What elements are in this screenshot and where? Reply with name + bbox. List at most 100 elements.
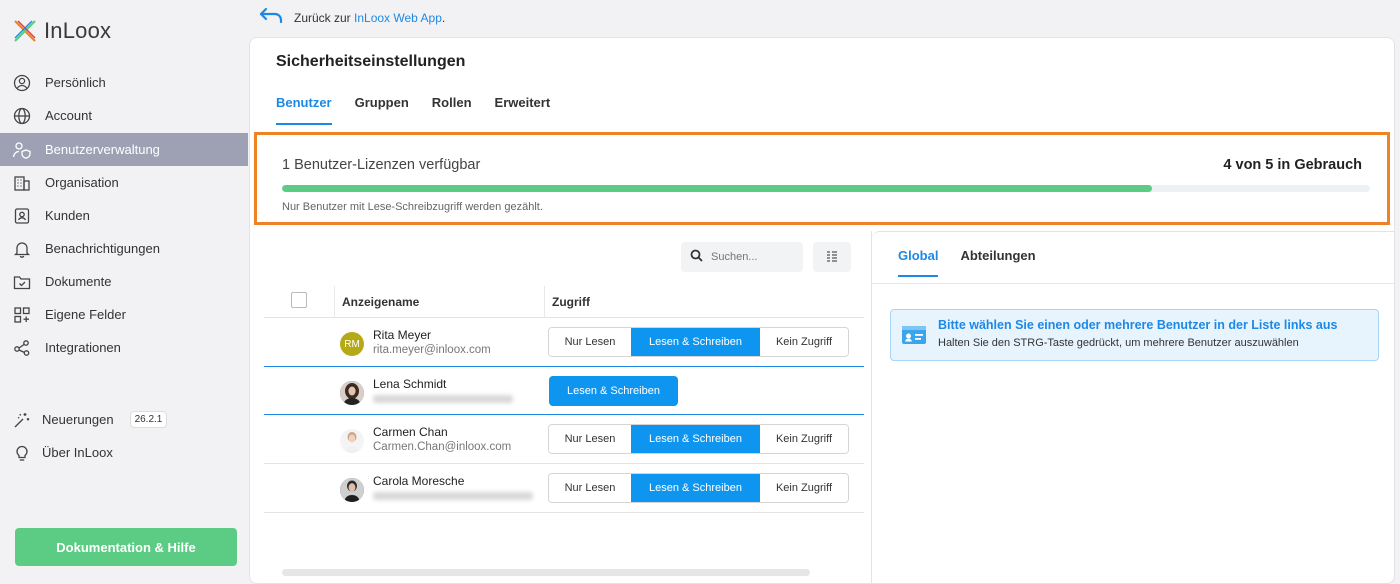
access-option-kein-zugriff[interactable]: Kein Zugriff	[760, 474, 848, 502]
access-option-lesen-schreiben[interactable]: Lesen & Schreiben	[631, 328, 760, 356]
column-header-anzeigename[interactable]: Anzeigename	[342, 295, 419, 309]
select-all-checkbox[interactable]	[291, 292, 307, 308]
access-option-lesen-schreiben[interactable]: Lesen & Schreiben	[631, 425, 760, 453]
column-divider	[334, 286, 335, 318]
user-name: Rita Meyer	[373, 328, 432, 342]
horizontal-scrollbar[interactable]	[282, 569, 810, 576]
inloox-logo[interactable]: InLoox	[12, 18, 111, 44]
sparkle-wand-icon	[12, 410, 32, 430]
avatar: RM	[340, 332, 364, 356]
user-name: Lena Schmidt	[373, 377, 447, 391]
search-input[interactable]	[711, 251, 791, 263]
sidebar-item-label: Account	[45, 108, 92, 123]
permissions-tabs: Global Abteilungen	[898, 248, 1036, 277]
sidebar-item-integrationen[interactable]: Integrationen	[0, 331, 248, 364]
sidebar-item-label: Persönlich	[45, 75, 106, 90]
sidebar-item-benutzerverwaltung[interactable]: Benutzerverwaltung	[0, 133, 248, 166]
folder-check-icon	[12, 272, 32, 292]
grid-add-icon	[12, 305, 32, 325]
id-card-icon	[901, 325, 927, 348]
sidebar: InLoox Persönlich Account Benutzerverwal…	[0, 0, 248, 584]
column-divider	[544, 286, 545, 318]
access-option-nur-lesen[interactable]: Nur Lesen	[549, 474, 631, 502]
license-usage-text: 4 von 5 in Gebrauch	[1223, 157, 1362, 173]
back-link-text[interactable]: InLoox Web App	[354, 11, 442, 25]
access-option-lesen-schreiben[interactable]: Lesen & Schreiben	[631, 474, 760, 502]
building-icon	[12, 173, 32, 193]
avatar	[340, 429, 364, 453]
version-badge: 26.2.1	[129, 411, 168, 428]
info-message: Bitte wählen Sie einen oder mehrere Benu…	[890, 309, 1379, 361]
column-header-zugriff[interactable]: Zugriff	[552, 295, 590, 309]
main-tabs: Benutzer Gruppen Rollen Erweitert	[276, 95, 550, 125]
search-icon	[690, 249, 703, 265]
tab-erweitert[interactable]: Erweitert	[495, 95, 551, 125]
sidebar-item-label: Eigene Felder	[45, 307, 126, 322]
sidebar-item-label: Integrationen	[45, 340, 121, 355]
documentation-help-button[interactable]: Dokumentation & Hilfe	[15, 528, 237, 566]
user-email: Carmen.Chan@inloox.com	[373, 441, 512, 453]
license-progress-fill	[282, 185, 1153, 192]
share-nodes-icon	[12, 338, 32, 358]
arrow-back-icon	[258, 7, 284, 28]
table-row[interactable]: RM Rita Meyer rita.meyer@inloox.com Nur …	[264, 318, 864, 367]
sidebar-item-neuerungen[interactable]: Neuerungen 26.2.1	[0, 403, 248, 436]
access-option-nur-lesen[interactable]: Nur Lesen	[549, 328, 631, 356]
license-panel: 1 Benutzer-Lizenzen verfügbar 4 von 5 in…	[254, 132, 1390, 225]
sidebar-item-label: Kunden	[45, 208, 90, 223]
user-name: Carola Moresche	[373, 474, 465, 488]
sidebar-item-account[interactable]: Account	[0, 99, 248, 132]
person-circle-icon	[12, 73, 32, 93]
access-toggle: Nur Lesen Lesen & Schreiben Kein Zugriff	[548, 424, 849, 454]
security-settings-card: Sicherheitseinstellungen Benutzer Gruppe…	[249, 37, 1395, 584]
info-title: Bitte wählen Sie einen oder mehrere Benu…	[938, 318, 1338, 332]
sidebar-item-eigene-felder[interactable]: Eigene Felder	[0, 298, 248, 331]
access-toggle: Nur Lesen Lesen & Schreiben Kein Zugriff	[548, 327, 849, 357]
inloox-x-icon	[14, 20, 36, 42]
back-suffix: .	[441, 10, 446, 25]
access-toggle: Nur Lesen Lesen & Schreiben Kein Zugriff	[548, 473, 849, 503]
user-email: rita.meyer@inloox.com	[373, 344, 491, 356]
table-row[interactable]: Carola Moresche Nur Lesen Lesen & Schrei…	[264, 464, 864, 513]
redacted-email	[373, 395, 513, 403]
license-available-text: 1 Benutzer-Lizenzen verfügbar	[282, 157, 481, 173]
tab-gruppen[interactable]: Gruppen	[355, 95, 409, 125]
tab-global[interactable]: Global	[898, 248, 939, 277]
sidebar-item-label: Benachrichtigungen	[45, 241, 160, 256]
user-shield-icon	[12, 140, 32, 160]
avatar	[340, 478, 364, 502]
lightbulb-icon	[12, 443, 32, 463]
sidebar-item-label: Benutzerverwaltung	[45, 142, 160, 157]
info-text: Halten Sie den STRG-Taste gedrückt, um m…	[938, 337, 1299, 349]
table-row[interactable]: Carmen Chan Carmen.Chan@inloox.com Nur L…	[264, 415, 864, 464]
access-option-kein-zugriff[interactable]: Kein Zugriff	[760, 328, 848, 356]
license-progress-bar	[282, 185, 1370, 192]
tab-benutzer[interactable]: Benutzer	[276, 95, 332, 125]
logo-text: InLoox	[44, 18, 112, 43]
sidebar-item-ueber-inloox[interactable]: Über InLoox	[0, 436, 248, 469]
bell-icon	[12, 239, 32, 259]
sidebar-item-benachrichtigungen[interactable]: Benachrichtigungen	[0, 232, 248, 265]
access-option-kein-zugriff[interactable]: Kein Zugriff	[760, 425, 848, 453]
contact-card-icon	[12, 206, 32, 226]
page-title: Sicherheitseinstellungen	[276, 53, 466, 70]
back-prefix: Zurück zur	[294, 10, 351, 25]
redacted-email	[373, 492, 533, 500]
sidebar-item-organisation[interactable]: Organisation	[0, 166, 248, 199]
tab-rollen[interactable]: Rollen	[432, 95, 472, 125]
sidebar-item-label: Über InLoox	[42, 445, 113, 460]
search-box[interactable]	[681, 242, 803, 272]
table-row[interactable]: Lena Schmidt Lesen & Schreiben	[264, 366, 864, 415]
globe-icon	[12, 106, 32, 126]
sidebar-item-persoenlich[interactable]: Persönlich	[0, 66, 248, 99]
sidebar-item-dokumente[interactable]: Dokumente	[0, 265, 248, 298]
access-option-nur-lesen[interactable]: Nur Lesen	[549, 425, 631, 453]
column-settings-button[interactable]	[813, 242, 851, 272]
sidebar-item-label: Dokumente	[45, 274, 112, 289]
sidebar-item-kunden[interactable]: Kunden	[0, 199, 248, 232]
back-link[interactable]: Zurück zur InLoox Web App.	[258, 7, 445, 28]
tab-abteilungen[interactable]: Abteilungen	[960, 248, 1035, 277]
sidebar-item-label: Neuerungen	[42, 412, 114, 427]
access-option-lesen-schreiben[interactable]: Lesen & Schreiben	[549, 376, 678, 406]
user-table-header: Anzeigename Zugriff	[264, 286, 864, 318]
